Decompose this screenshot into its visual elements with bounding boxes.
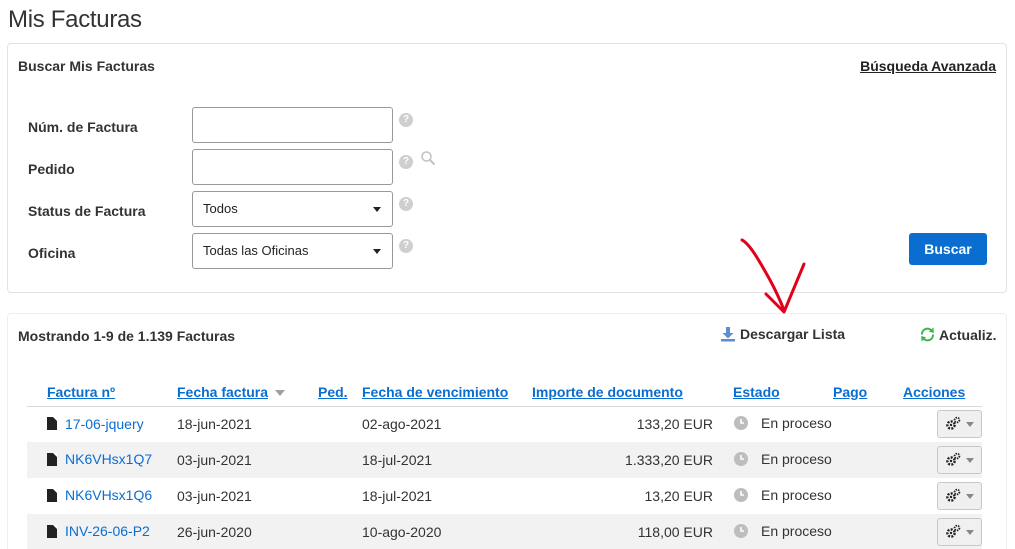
row-actions-button[interactable]	[937, 446, 982, 474]
due-date: 18-jul-2021	[362, 488, 433, 504]
invoice-link[interactable]: 17-06-jquery	[47, 416, 144, 432]
amount: 1.333,20 EUR	[532, 442, 713, 478]
download-list-label: Descargar Lista	[740, 326, 846, 342]
sort-desc-icon	[275, 389, 286, 396]
office-selected: Todas las Oficinas	[203, 243, 309, 258]
office-label: Oficina	[28, 245, 76, 261]
status-text: En proceso	[761, 522, 832, 539]
annotation-arrow-icon	[740, 238, 806, 314]
help-icon[interactable]: ?	[399, 239, 413, 253]
refresh-label: Actualiz.	[939, 326, 997, 343]
search-panel: Buscar Mis Facturas Búsqueda Avanzada Nú…	[7, 43, 1007, 293]
order-cell	[318, 406, 362, 442]
gear-icon	[946, 452, 961, 466]
download-list-button[interactable]: Descargar Lista	[720, 326, 845, 342]
row-actions-button[interactable]	[937, 410, 982, 439]
row-actions-button[interactable]	[937, 482, 982, 510]
refresh-button[interactable]: Actualiz.	[919, 326, 997, 343]
column-header-actions[interactable]: Acciones	[903, 374, 982, 407]
invoice-status-label: Status de Factura	[28, 203, 146, 219]
document-icon	[47, 488, 57, 502]
document-icon	[47, 524, 57, 538]
invoice-link[interactable]: NK6VHsx1Q6	[47, 487, 152, 503]
payment-cell	[833, 478, 903, 514]
due-date: 02-ago-2021	[362, 416, 442, 433]
status-text: En proceso	[761, 450, 832, 467]
order-label: Pedido	[28, 161, 75, 177]
clock-icon	[734, 415, 748, 430]
column-header-due-date[interactable]: Fecha de vencimiento	[362, 374, 532, 407]
invoice-number-label: Núm. de Factura	[28, 119, 138, 135]
payment-cell	[833, 514, 903, 549]
due-date: 10-ago-2020	[362, 514, 532, 549]
amount: 118,00 EUR	[532, 514, 713, 549]
column-header-status[interactable]: Estado	[713, 374, 833, 407]
gear-icon	[946, 524, 961, 538]
invoice-date: 18-jun-2021	[177, 416, 252, 433]
search-icon[interactable]	[420, 150, 436, 166]
help-icon[interactable]: ?	[399, 197, 413, 211]
chevron-down-icon	[966, 529, 974, 535]
table-row: NK6VHsx1Q6 03-jun-2021 18-jul-2021 13,20…	[27, 478, 982, 514]
clock-icon	[734, 487, 748, 502]
clock-icon	[734, 451, 748, 466]
chevron-down-icon	[373, 207, 381, 212]
table-row: 17-06-jquery 18-jun-2021 02-ago-2021 133…	[27, 406, 982, 442]
status-text: En proceso	[761, 414, 832, 431]
invoice-status-select[interactable]: Todos	[192, 191, 393, 227]
invoice-date: 03-jun-2021	[177, 488, 252, 504]
chevron-down-icon	[966, 493, 974, 499]
table-row: INV-26-06-P2 26-jun-2020 10-ago-2020 118…	[27, 514, 982, 549]
column-header-payment[interactable]: Pago	[833, 374, 903, 407]
order-input[interactable]	[192, 149, 393, 185]
gear-icon	[946, 488, 961, 502]
invoice-status-selected: Todos	[203, 201, 238, 216]
payment-cell	[833, 442, 903, 478]
order-cell	[318, 442, 362, 478]
due-date: 18-jul-2021	[362, 442, 532, 478]
page-title: Mis Facturas	[8, 6, 142, 33]
amount: 133,20 EUR	[636, 416, 713, 433]
advanced-search-link[interactable]: Búsqueda Avanzada	[860, 58, 996, 74]
table-header-row: Factura nº Fecha factura Ped. Fecha de v…	[27, 374, 982, 407]
invoice-date: 03-jun-2021	[177, 442, 318, 478]
invoices-table: Factura nº Fecha factura Ped. Fecha de v…	[27, 374, 982, 549]
order-cell	[318, 478, 362, 514]
help-icon[interactable]: ?	[399, 113, 413, 127]
search-button[interactable]: Buscar	[909, 233, 987, 265]
chevron-down-icon	[966, 421, 974, 427]
office-select[interactable]: Todas las Oficinas	[192, 233, 393, 269]
table-row: NK6VHsx1Q7 03-jun-2021 18-jul-2021 1.333…	[27, 442, 982, 478]
chevron-down-icon	[373, 249, 381, 254]
invoice-link[interactable]: NK6VHsx1Q7	[47, 451, 152, 467]
result-count: Mostrando 1-9 de 1.139 Facturas	[18, 328, 236, 344]
column-header-amount[interactable]: Importe de documento	[532, 374, 713, 407]
column-header-invoice-date[interactable]: Fecha factura	[177, 374, 318, 407]
chevron-down-icon	[966, 457, 974, 463]
help-icon[interactable]: ?	[399, 155, 413, 169]
document-icon	[47, 452, 57, 466]
refresh-icon	[921, 327, 934, 342]
payment-cell	[833, 406, 903, 442]
column-header-invoice-number[interactable]: Factura nº	[27, 374, 177, 407]
invoice-link[interactable]: INV-26-06-P2	[47, 523, 150, 539]
status-text: En proceso	[761, 486, 832, 503]
column-header-order[interactable]: Ped.	[318, 374, 362, 407]
amount: 13,20 EUR	[644, 488, 713, 504]
order-cell	[318, 514, 362, 549]
invoice-number-input[interactable]	[192, 107, 393, 143]
clock-icon	[734, 523, 748, 538]
document-icon	[47, 417, 57, 430]
search-panel-title: Buscar Mis Facturas	[18, 58, 155, 74]
gear-icon	[946, 416, 961, 431]
download-icon	[721, 327, 735, 342]
invoice-date: 26-jun-2020	[177, 514, 318, 549]
row-actions-button[interactable]	[937, 518, 982, 546]
